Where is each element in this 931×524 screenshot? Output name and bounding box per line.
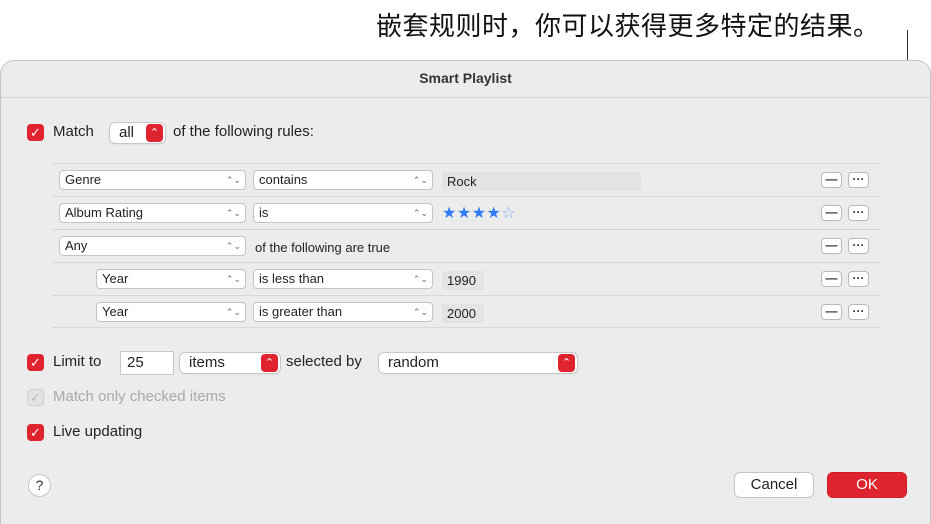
limit-checkbox[interactable]: ✓ [27,354,44,371]
live-updating-label: Live updating [53,423,143,440]
rule-operator-select[interactable]: contains ⌃⌄ [253,170,433,190]
chevron-updown-icon: ⌃⌄ [225,307,241,317]
rule-field-value: Album Rating [65,205,144,220]
rule-field-select[interactable]: Year ⌃⌄ [96,302,246,322]
rule-field-value: Any [65,238,88,253]
rule-operator-select[interactable]: is ⌃⌄ [253,203,433,223]
up-down-chevron-icon: ⌃ [261,354,278,372]
star-rating[interactable]: ★★★★☆ [442,203,516,223]
more-rule-button[interactable]: ··· [848,304,869,320]
cancel-button[interactable]: Cancel [734,472,814,498]
match-suffix: of the following rules: [173,123,314,140]
remove-rule-button[interactable]: — [821,271,842,287]
rule-operator-value: is greater than [259,304,343,319]
selected-by-label: selected by [286,353,362,370]
remove-rule-button[interactable]: — [821,205,842,221]
more-rule-button[interactable]: ··· [848,271,869,287]
limit-unit-value: items [189,354,225,371]
rule-field-value: Genre [65,172,102,187]
rule-value-field[interactable]: Rock [442,172,641,191]
up-down-chevron-icon: ⌃ [146,124,163,142]
chevron-updown-icon: ⌃⌄ [412,274,428,284]
selected-by-popup[interactable]: random ⌃ [378,352,578,374]
rule-operator-value: is less than [259,271,325,286]
chevron-updown-icon: ⌃⌄ [225,274,241,284]
more-rule-button[interactable]: ··· [848,172,869,188]
rule-row: Album Rating ⌃⌄ is ⌃⌄ ★★★★☆ — ··· [51,196,881,229]
up-down-chevron-icon: ⌃ [558,354,575,372]
remove-rule-button[interactable]: — [821,304,842,320]
chevron-updown-icon: ⌃⌄ [225,208,241,218]
rule-operator-select[interactable]: is greater than ⌃⌄ [253,302,433,322]
chevron-updown-icon: ⌃⌄ [225,241,241,251]
more-rule-button[interactable]: ··· [848,238,869,254]
checkmark-icon: ✓ [30,125,41,140]
rule-field-value: Year [102,271,129,286]
smart-playlist-dialog: Smart Playlist ✓ Match all ⌃ of the foll… [0,60,931,524]
rule-field-select[interactable]: Year ⌃⌄ [96,269,246,289]
rule-field-value: Year [102,304,129,319]
nested-rule-text: of the following are true [255,240,391,255]
ok-button[interactable]: OK [827,472,907,498]
match-checked-checkbox[interactable]: ✓ [27,389,44,406]
rule-value-field[interactable]: 1990 [442,271,484,290]
help-button[interactable]: ? [28,474,51,497]
question-mark-icon: ? [35,477,44,493]
chevron-updown-icon: ⌃⌄ [225,175,241,185]
checkmark-icon: ✓ [30,390,41,405]
rule-field-select[interactable]: Genre ⌃⌄ [59,170,246,190]
limit-unit-popup[interactable]: items ⌃ [179,352,281,374]
match-checked-label: Match only checked items [53,388,226,405]
rule-operator-select[interactable]: is less than ⌃⌄ [253,269,433,289]
dialog-title: Smart Playlist [1,61,930,98]
selected-by-value: random [388,354,439,371]
remove-rule-button[interactable]: — [821,172,842,188]
rule-row: Any ⌃⌄ of the following are true — ··· [51,229,881,262]
match-mode-value: all [119,124,135,141]
rule-row: Year ⌃⌄ is greater than ⌃⌄ 2000 — ··· [51,295,881,328]
rule-field-select[interactable]: Album Rating ⌃⌄ [59,203,246,223]
filled-stars-icon: ★★★★ [442,205,502,222]
match-label: Match [53,123,94,140]
checkmark-icon: ✓ [30,355,41,370]
chevron-updown-icon: ⌃⌄ [412,307,428,317]
rule-row: Genre ⌃⌄ contains ⌃⌄ Rock — ··· [51,163,881,196]
chevron-updown-icon: ⌃⌄ [412,175,428,185]
rule-field-select[interactable]: Any ⌃⌄ [59,236,246,256]
remove-rule-button[interactable]: — [821,238,842,254]
callout-text: 嵌套规则时，你可以获得更多特定的结果。 [376,11,880,41]
chevron-updown-icon: ⌃⌄ [412,208,428,218]
rule-value-field[interactable]: 2000 [442,304,484,323]
more-rule-button[interactable]: ··· [848,205,869,221]
match-mode-popup[interactable]: all ⌃ [109,122,166,144]
match-checkbox[interactable]: ✓ [27,124,44,141]
empty-star-icon: ☆ [501,205,517,222]
checkmark-icon: ✓ [30,425,41,440]
rule-row: Year ⌃⌄ is less than ⌃⌄ 1990 — ··· [51,262,881,295]
limit-count-input[interactable]: 25 [120,351,174,375]
live-updating-checkbox[interactable]: ✓ [27,424,44,441]
rule-operator-value: is [259,205,269,220]
rule-operator-value: contains [259,172,308,187]
limit-label: Limit to [53,353,102,370]
